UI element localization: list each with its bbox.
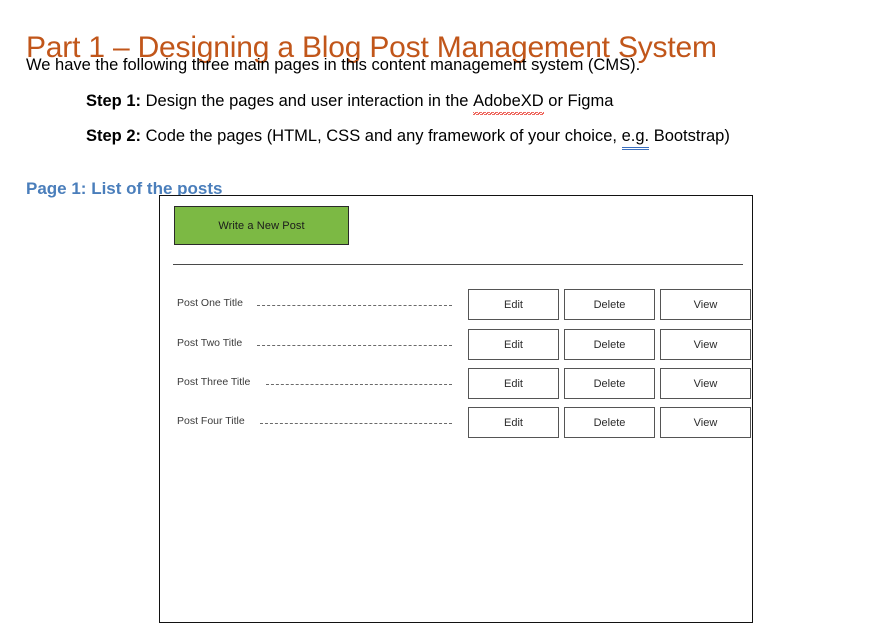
leader-dots — [260, 423, 452, 424]
step-1-line: Step 1: Design the pages and user intera… — [86, 90, 614, 115]
leader-dots — [257, 345, 452, 346]
leader-dots — [257, 305, 452, 306]
delete-button[interactable]: Delete — [564, 329, 655, 360]
leader-dots — [266, 384, 452, 385]
post-title: Post Two Title — [177, 337, 243, 349]
step-2-label: Step 2: — [86, 127, 142, 145]
intro-paragraph: We have the following three main pages i… — [26, 56, 641, 74]
view-button[interactable]: View — [660, 368, 751, 399]
delete-button[interactable]: Delete — [564, 368, 655, 399]
write-a-new-post-button[interactable]: Write a New Post — [174, 206, 349, 245]
post-title: Post Three Title — [177, 376, 251, 388]
view-button[interactable]: View — [660, 407, 751, 438]
header-divider — [173, 264, 743, 265]
table-row: Post Three Title Edit Delete View — [173, 368, 751, 399]
step-1-text-before: Design the pages and user interaction in… — [141, 92, 474, 110]
row-actions: Edit Delete View — [468, 368, 751, 399]
post-title: Post One Title — [177, 297, 243, 309]
step-1-text-after: or Figma — [543, 92, 614, 110]
view-button[interactable]: View — [660, 329, 751, 360]
edit-button[interactable]: Edit — [468, 407, 559, 438]
edit-button[interactable]: Edit — [468, 329, 559, 360]
step-2-line: Step 2: Code the pages (HTML, CSS and an… — [86, 125, 730, 148]
table-row: Post One Title Edit Delete View — [173, 289, 751, 320]
step-1-label: Step 1: — [86, 92, 142, 110]
edit-button[interactable]: Edit — [468, 368, 559, 399]
step-2-text-before: Code the pages (HTML, CSS and any framew… — [141, 127, 622, 145]
table-row: Post Two Title Edit Delete View — [173, 329, 751, 360]
row-actions: Edit Delete View — [468, 289, 751, 320]
spellcheck-flagged-word-adobexd: AdobeXD — [473, 92, 544, 115]
step-2-text-after: Bootstrap) — [649, 127, 730, 145]
table-row: Post Four Title Edit Delete View — [173, 407, 751, 438]
grammar-flagged-word-eg: e.g. — [621, 127, 650, 148]
delete-button[interactable]: Delete — [564, 407, 655, 438]
wireframe-container: Write a New Post Post One Title Edit Del… — [159, 195, 753, 623]
delete-button[interactable]: Delete — [564, 289, 655, 320]
view-button[interactable]: View — [660, 289, 751, 320]
row-actions: Edit Delete View — [468, 329, 751, 360]
post-title: Post Four Title — [177, 415, 245, 427]
row-actions: Edit Delete View — [468, 407, 751, 438]
edit-button[interactable]: Edit — [468, 289, 559, 320]
